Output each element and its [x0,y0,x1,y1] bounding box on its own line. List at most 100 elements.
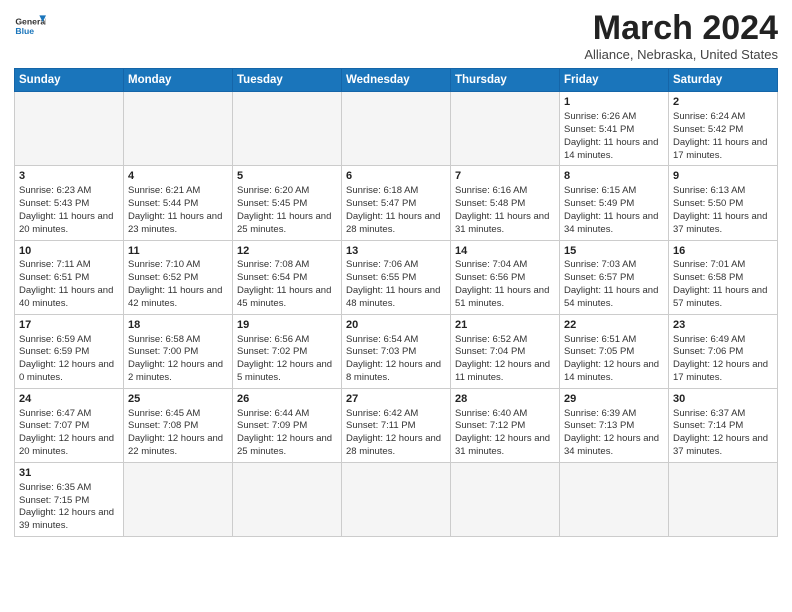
day-info: Sunrise: 6:58 AM Sunset: 7:00 PM Dayligh… [128,334,228,385]
header: General Blue March 2024 Alliance, Nebras… [14,10,778,62]
day-number: 9 [673,169,773,184]
calendar-cell [342,92,451,166]
calendar-cell: 13Sunrise: 7:06 AM Sunset: 6:55 PM Dayli… [342,240,451,314]
day-info: Sunrise: 6:26 AM Sunset: 5:41 PM Dayligh… [564,111,664,162]
day-info: Sunrise: 6:54 AM Sunset: 7:03 PM Dayligh… [346,334,446,385]
day-number: 18 [128,318,228,333]
calendar-cell: 14Sunrise: 7:04 AM Sunset: 6:56 PM Dayli… [451,240,560,314]
calendar-week-0: 1Sunrise: 6:26 AM Sunset: 5:41 PM Daylig… [15,92,778,166]
calendar-cell: 23Sunrise: 6:49 AM Sunset: 7:06 PM Dayli… [669,314,778,388]
calendar-cell [342,462,451,536]
day-number: 27 [346,392,446,407]
day-number: 25 [128,392,228,407]
day-number: 14 [455,244,555,259]
day-number: 30 [673,392,773,407]
day-info: Sunrise: 6:56 AM Sunset: 7:02 PM Dayligh… [237,334,337,385]
day-number: 12 [237,244,337,259]
logo-icon: General Blue [14,10,46,42]
day-info: Sunrise: 7:10 AM Sunset: 6:52 PM Dayligh… [128,259,228,310]
page: General Blue March 2024 Alliance, Nebras… [0,0,792,612]
calendar-cell: 12Sunrise: 7:08 AM Sunset: 6:54 PM Dayli… [233,240,342,314]
day-info: Sunrise: 7:11 AM Sunset: 6:51 PM Dayligh… [19,259,119,310]
calendar-cell: 20Sunrise: 6:54 AM Sunset: 7:03 PM Dayli… [342,314,451,388]
day-number: 31 [19,466,119,481]
day-number: 5 [237,169,337,184]
day-info: Sunrise: 6:49 AM Sunset: 7:06 PM Dayligh… [673,334,773,385]
title-block: March 2024 Alliance, Nebraska, United St… [584,10,778,62]
calendar-cell: 18Sunrise: 6:58 AM Sunset: 7:00 PM Dayli… [124,314,233,388]
calendar-cell: 6Sunrise: 6:18 AM Sunset: 5:47 PM Daylig… [342,166,451,240]
day-info: Sunrise: 7:06 AM Sunset: 6:55 PM Dayligh… [346,259,446,310]
calendar-cell [233,92,342,166]
calendar-cell: 24Sunrise: 6:47 AM Sunset: 7:07 PM Dayli… [15,388,124,462]
day-info: Sunrise: 6:21 AM Sunset: 5:44 PM Dayligh… [128,185,228,236]
day-number: 16 [673,244,773,259]
day-number: 19 [237,318,337,333]
day-number: 24 [19,392,119,407]
calendar-cell: 21Sunrise: 6:52 AM Sunset: 7:04 PM Dayli… [451,314,560,388]
calendar-cell: 10Sunrise: 7:11 AM Sunset: 6:51 PM Dayli… [15,240,124,314]
calendar-cell: 3Sunrise: 6:23 AM Sunset: 5:43 PM Daylig… [15,166,124,240]
main-title: March 2024 [584,10,778,47]
day-info: Sunrise: 6:23 AM Sunset: 5:43 PM Dayligh… [19,185,119,236]
day-number: 21 [455,318,555,333]
col-header-thursday: Thursday [451,69,560,92]
day-info: Sunrise: 6:44 AM Sunset: 7:09 PM Dayligh… [237,408,337,459]
calendar-cell: 17Sunrise: 6:59 AM Sunset: 6:59 PM Dayli… [15,314,124,388]
day-info: Sunrise: 6:47 AM Sunset: 7:07 PM Dayligh… [19,408,119,459]
day-info: Sunrise: 6:52 AM Sunset: 7:04 PM Dayligh… [455,334,555,385]
calendar-cell [124,462,233,536]
calendar-week-4: 24Sunrise: 6:47 AM Sunset: 7:07 PM Dayli… [15,388,778,462]
calendar-cell: 1Sunrise: 6:26 AM Sunset: 5:41 PM Daylig… [560,92,669,166]
calendar-cell: 26Sunrise: 6:44 AM Sunset: 7:09 PM Dayli… [233,388,342,462]
calendar-cell: 9Sunrise: 6:13 AM Sunset: 5:50 PM Daylig… [669,166,778,240]
calendar-week-5: 31Sunrise: 6:35 AM Sunset: 7:15 PM Dayli… [15,462,778,536]
day-number: 26 [237,392,337,407]
day-number: 10 [19,244,119,259]
calendar-week-3: 17Sunrise: 6:59 AM Sunset: 6:59 PM Dayli… [15,314,778,388]
calendar-cell [451,92,560,166]
calendar-cell: 22Sunrise: 6:51 AM Sunset: 7:05 PM Dayli… [560,314,669,388]
day-info: Sunrise: 6:51 AM Sunset: 7:05 PM Dayligh… [564,334,664,385]
day-number: 28 [455,392,555,407]
col-header-wednesday: Wednesday [342,69,451,92]
calendar: SundayMondayTuesdayWednesdayThursdayFrid… [14,68,778,537]
day-info: Sunrise: 7:04 AM Sunset: 6:56 PM Dayligh… [455,259,555,310]
calendar-cell: 2Sunrise: 6:24 AM Sunset: 5:42 PM Daylig… [669,92,778,166]
calendar-cell: 7Sunrise: 6:16 AM Sunset: 5:48 PM Daylig… [451,166,560,240]
calendar-cell: 30Sunrise: 6:37 AM Sunset: 7:14 PM Dayli… [669,388,778,462]
day-info: Sunrise: 6:45 AM Sunset: 7:08 PM Dayligh… [128,408,228,459]
day-number: 20 [346,318,446,333]
day-info: Sunrise: 6:39 AM Sunset: 7:13 PM Dayligh… [564,408,664,459]
calendar-cell: 11Sunrise: 7:10 AM Sunset: 6:52 PM Dayli… [124,240,233,314]
day-info: Sunrise: 6:35 AM Sunset: 7:15 PM Dayligh… [19,482,119,533]
calendar-cell: 28Sunrise: 6:40 AM Sunset: 7:12 PM Dayli… [451,388,560,462]
day-number: 29 [564,392,664,407]
day-number: 11 [128,244,228,259]
day-info: Sunrise: 6:24 AM Sunset: 5:42 PM Dayligh… [673,111,773,162]
calendar-week-2: 10Sunrise: 7:11 AM Sunset: 6:51 PM Dayli… [15,240,778,314]
calendar-cell: 16Sunrise: 7:01 AM Sunset: 6:58 PM Dayli… [669,240,778,314]
day-info: Sunrise: 6:37 AM Sunset: 7:14 PM Dayligh… [673,408,773,459]
calendar-cell [560,462,669,536]
day-number: 22 [564,318,664,333]
day-info: Sunrise: 6:16 AM Sunset: 5:48 PM Dayligh… [455,185,555,236]
logo: General Blue [14,10,46,42]
day-info: Sunrise: 7:08 AM Sunset: 6:54 PM Dayligh… [237,259,337,310]
day-info: Sunrise: 6:13 AM Sunset: 5:50 PM Dayligh… [673,185,773,236]
subtitle: Alliance, Nebraska, United States [584,47,778,62]
day-info: Sunrise: 6:59 AM Sunset: 6:59 PM Dayligh… [19,334,119,385]
calendar-cell: 27Sunrise: 6:42 AM Sunset: 7:11 PM Dayli… [342,388,451,462]
calendar-cell: 4Sunrise: 6:21 AM Sunset: 5:44 PM Daylig… [124,166,233,240]
calendar-cell [669,462,778,536]
svg-text:Blue: Blue [15,26,34,36]
day-number: 23 [673,318,773,333]
col-header-friday: Friday [560,69,669,92]
day-info: Sunrise: 6:42 AM Sunset: 7:11 PM Dayligh… [346,408,446,459]
day-info: Sunrise: 6:40 AM Sunset: 7:12 PM Dayligh… [455,408,555,459]
calendar-cell: 8Sunrise: 6:15 AM Sunset: 5:49 PM Daylig… [560,166,669,240]
calendar-cell: 29Sunrise: 6:39 AM Sunset: 7:13 PM Dayli… [560,388,669,462]
day-number: 1 [564,95,664,110]
day-number: 15 [564,244,664,259]
calendar-week-1: 3Sunrise: 6:23 AM Sunset: 5:43 PM Daylig… [15,166,778,240]
